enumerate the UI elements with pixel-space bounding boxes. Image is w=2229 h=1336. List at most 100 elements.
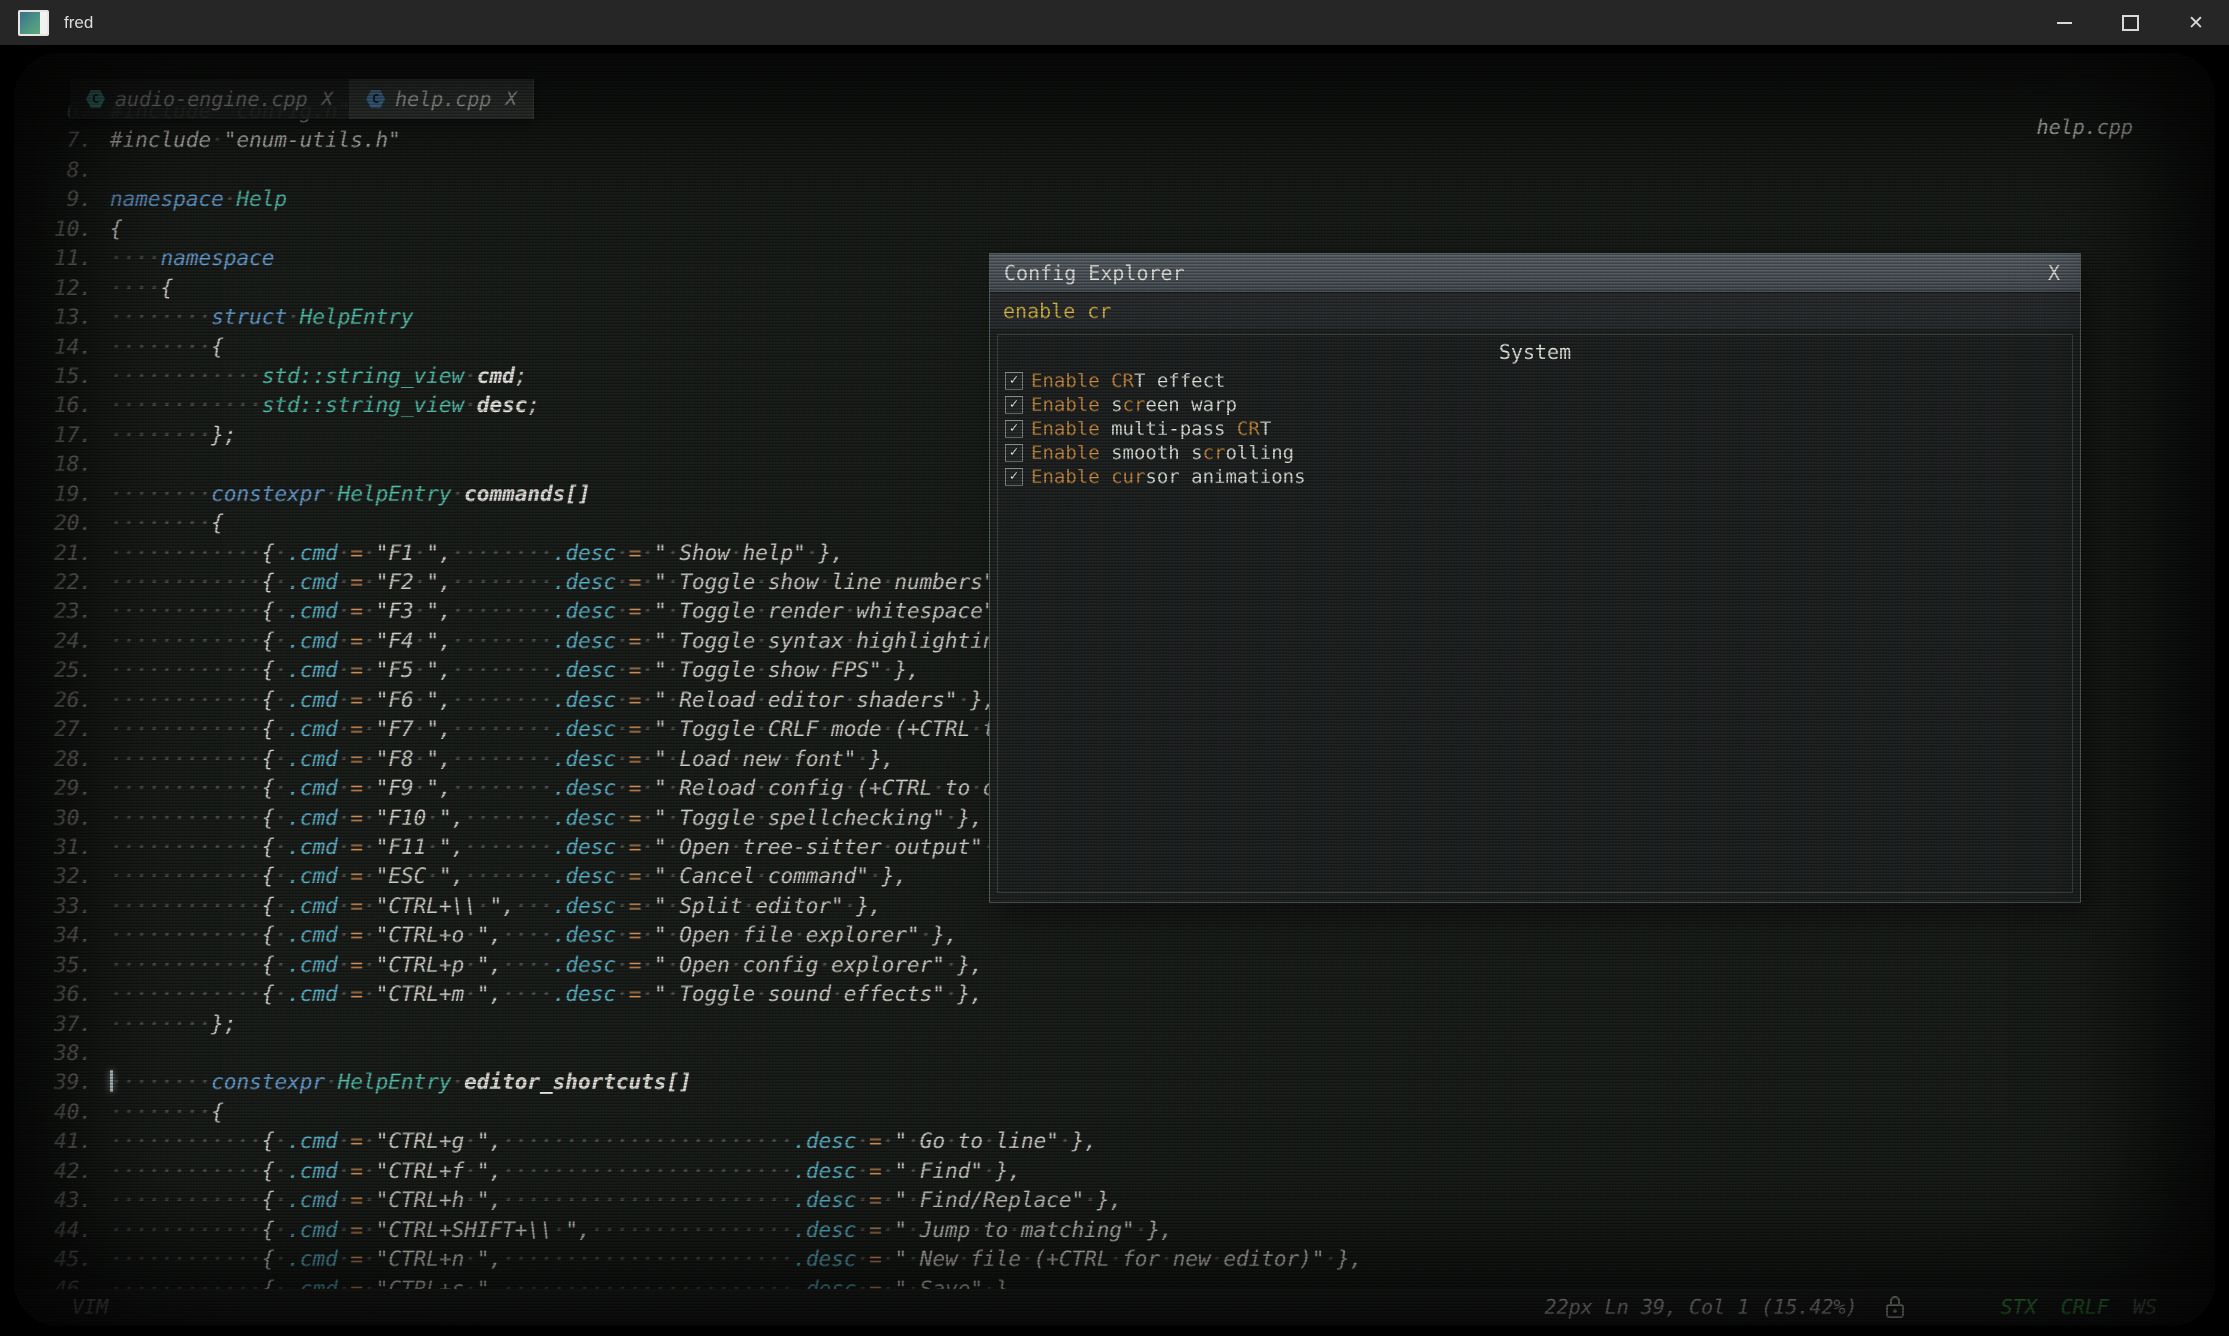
line-number: 33. xyxy=(14,892,110,921)
tab-audio-engine.cpp[interactable]: Caudio-engine.cppX xyxy=(70,79,350,119)
close-icon: ✕ xyxy=(2188,12,2204,34)
tab-bar: Caudio-engine.cppXChelp.cppX xyxy=(70,79,534,119)
line-number: 41. xyxy=(14,1127,110,1156)
tab-close-icon[interactable]: X xyxy=(505,88,516,110)
code-line-10: 10.{ xyxy=(14,215,1362,244)
line-number: 34. xyxy=(14,921,110,950)
line-content: #include·"enum-utils.h" xyxy=(110,126,401,155)
line-content: ············{·.cmd·=·"CTRL+h·",·········… xyxy=(110,1186,1122,1215)
line-number: 12. xyxy=(14,274,110,303)
config-option-row[interactable]: ✓ Enable multi-pass CRT xyxy=(1005,417,2065,441)
line-number: 45. xyxy=(14,1245,110,1274)
line-content: ············{·.cmd·=·"CTRL+f·",·········… xyxy=(110,1157,1021,1186)
config-option-label: Enable CRT effect xyxy=(1031,370,1225,392)
lock-icon[interactable] xyxy=(1884,1294,1906,1320)
config-search-input[interactable]: enable cr xyxy=(990,292,2080,329)
ws-flag[interactable]: WS xyxy=(2133,1295,2157,1319)
code-line-9: 9.namespace·Help xyxy=(14,185,1362,214)
line-content: ············{·.cmd·=·"F6·",········.desc… xyxy=(110,686,996,715)
line-content: ········{ xyxy=(110,509,224,538)
line-number: 23. xyxy=(14,597,110,626)
line-content: ············{·.cmd·=·"CTRL+g·",·········… xyxy=(110,1127,1097,1156)
checkbox-checked-icon[interactable]: ✓ xyxy=(1005,372,1023,390)
line-content: ············{·.cmd·=·"CTRL+n·",·········… xyxy=(110,1245,1362,1274)
line-content: ············{·.cmd·=·"F3·",········.desc… xyxy=(110,597,1033,626)
tab-label: audio-engine.cpp xyxy=(115,87,308,111)
line-content: ············{·.cmd·=·"CTRL+SHIFT+\\·",··… xyxy=(110,1216,1173,1245)
tab-help.cpp[interactable]: Chelp.cppX xyxy=(350,79,534,119)
config-option-row[interactable]: ✓ Enable CRT effect xyxy=(1005,369,2065,393)
minimize-icon xyxy=(2057,22,2072,24)
crt-screen: Caudio-engine.cppXChelp.cppX help.cpp 6.… xyxy=(0,45,2229,1336)
maximize-button[interactable] xyxy=(2097,0,2163,45)
status-bar: VIM 22px Ln 39, Col 1 (15.42%) STX CRLF … xyxy=(14,1289,2215,1323)
code-line-7: 7.#include·"enum-utils.h" xyxy=(14,126,1362,155)
line-content: { xyxy=(110,215,123,244)
line-content: ············{·.cmd·=·"F8·",········.desc… xyxy=(110,745,894,774)
line-number: 7. xyxy=(14,126,110,155)
status-right-group: 22px Ln 39, Col 1 (15.42%) STX CRLF WS xyxy=(1545,1294,2157,1320)
code-line-8: 8. xyxy=(14,156,1362,185)
line-content: ········{ xyxy=(110,1098,224,1127)
line-content: ········struct·HelpEntry xyxy=(110,303,414,332)
config-option-row[interactable]: ✓Enable cursor animations xyxy=(1005,465,2065,489)
line-content: ····namespace xyxy=(110,244,274,273)
maximize-icon xyxy=(2122,15,2139,31)
config-explorer-close-button[interactable]: X xyxy=(2048,261,2066,285)
line-content: ········}; xyxy=(110,1010,237,1039)
config-section-header: System xyxy=(1005,339,2065,369)
config-explorer-panel: Config Explorer X enable cr System ✓Enab… xyxy=(989,253,2081,903)
code-line-40: 40.········{ xyxy=(14,1098,1362,1127)
line-number: 13. xyxy=(14,303,110,332)
line-content: ············std::string_view·cmd; xyxy=(110,362,527,391)
line-number: 16. xyxy=(14,391,110,420)
config-option-row[interactable]: ✓Enable smooth scrolling xyxy=(1005,441,2065,465)
line-number: 9. xyxy=(14,185,110,214)
line-number: 38. xyxy=(14,1039,110,1068)
line-content: ············{·.cmd·=·"CTRL+\\·",···.desc… xyxy=(110,892,882,921)
line-content: ············{·.cmd·=·"ESC·",·······.desc… xyxy=(110,862,907,891)
line-content: ········}; xyxy=(110,421,237,450)
line-number: 10. xyxy=(14,215,110,244)
status-flags: STX CRLF WS xyxy=(2001,1295,2157,1319)
line-number: 21. xyxy=(14,539,110,568)
config-search-query: enable cr xyxy=(1003,299,1111,323)
config-explorer-titlebar[interactable]: Config Explorer X xyxy=(990,254,2080,292)
line-number: 36. xyxy=(14,980,110,1009)
checkbox-checked-icon[interactable]: ✓ xyxy=(1005,396,1023,414)
code-line-45: 45.············{·.cmd·=·"CTRL+n·",······… xyxy=(14,1245,1362,1274)
line-number: 18. xyxy=(14,450,110,479)
editor-viewport: Caudio-engine.cppXChelp.cppX help.cpp 6.… xyxy=(14,53,2215,1326)
line-content: ········constexpr·HelpEntry·editor_short… xyxy=(110,1068,692,1097)
line-number: 8. xyxy=(14,156,110,185)
line-content: ············{·.cmd·=·"CTRL+p·",····.desc… xyxy=(110,951,983,980)
vim-mode-indicator: VIM xyxy=(72,1295,108,1319)
app-icon xyxy=(18,10,49,36)
checkbox-checked-icon[interactable]: ✓ xyxy=(1005,444,1023,462)
code-line-34: 34.············{·.cmd·=·"CTRL+o·",····.d… xyxy=(14,921,1362,950)
config-explorer-title: Config Explorer xyxy=(1004,261,1185,285)
checkbox-checked-icon[interactable]: ✓ xyxy=(1005,468,1023,486)
code-line-42: 42.············{·.cmd·=·"CTRL+f·",······… xyxy=(14,1157,1362,1186)
config-option-row[interactable]: ✓Enable screen warp xyxy=(1005,393,2065,417)
line-number: 22. xyxy=(14,568,110,597)
line-content: ············{·.cmd·=·"CTRL+m·",····.desc… xyxy=(110,980,983,1009)
code-line-39: 39.········constexpr·HelpEntry·editor_sh… xyxy=(14,1068,1362,1097)
close-button[interactable]: ✕ xyxy=(2163,0,2229,45)
line-content: ············{·.cmd·=·"F5·",········.desc… xyxy=(110,656,920,685)
tab-label: help.cpp xyxy=(395,87,491,111)
code-line-35: 35.············{·.cmd·=·"CTRL+p·",····.d… xyxy=(14,951,1362,980)
line-number: 28. xyxy=(14,745,110,774)
current-file-label: help.cpp xyxy=(2037,115,2133,139)
stx-flag[interactable]: STX xyxy=(2001,1295,2037,1319)
checkbox-checked-icon[interactable]: ✓ xyxy=(1005,420,1023,438)
line-content: ············{·.cmd·=·"F4·",········.desc… xyxy=(110,627,1059,656)
tab-close-icon[interactable]: X xyxy=(322,88,333,110)
minimize-button[interactable] xyxy=(2031,0,2097,45)
line-content: ········constexpr·HelpEntry·commands[] xyxy=(110,480,591,509)
crlf-flag[interactable]: CRLF xyxy=(2061,1295,2109,1319)
window-title: fred xyxy=(64,13,93,33)
line-number: 14. xyxy=(14,333,110,362)
code-line-44: 44.············{·.cmd·=·"CTRL+SHIFT+\\·"… xyxy=(14,1216,1362,1245)
config-option-label: Enable multi-pass CRT xyxy=(1031,418,1271,440)
